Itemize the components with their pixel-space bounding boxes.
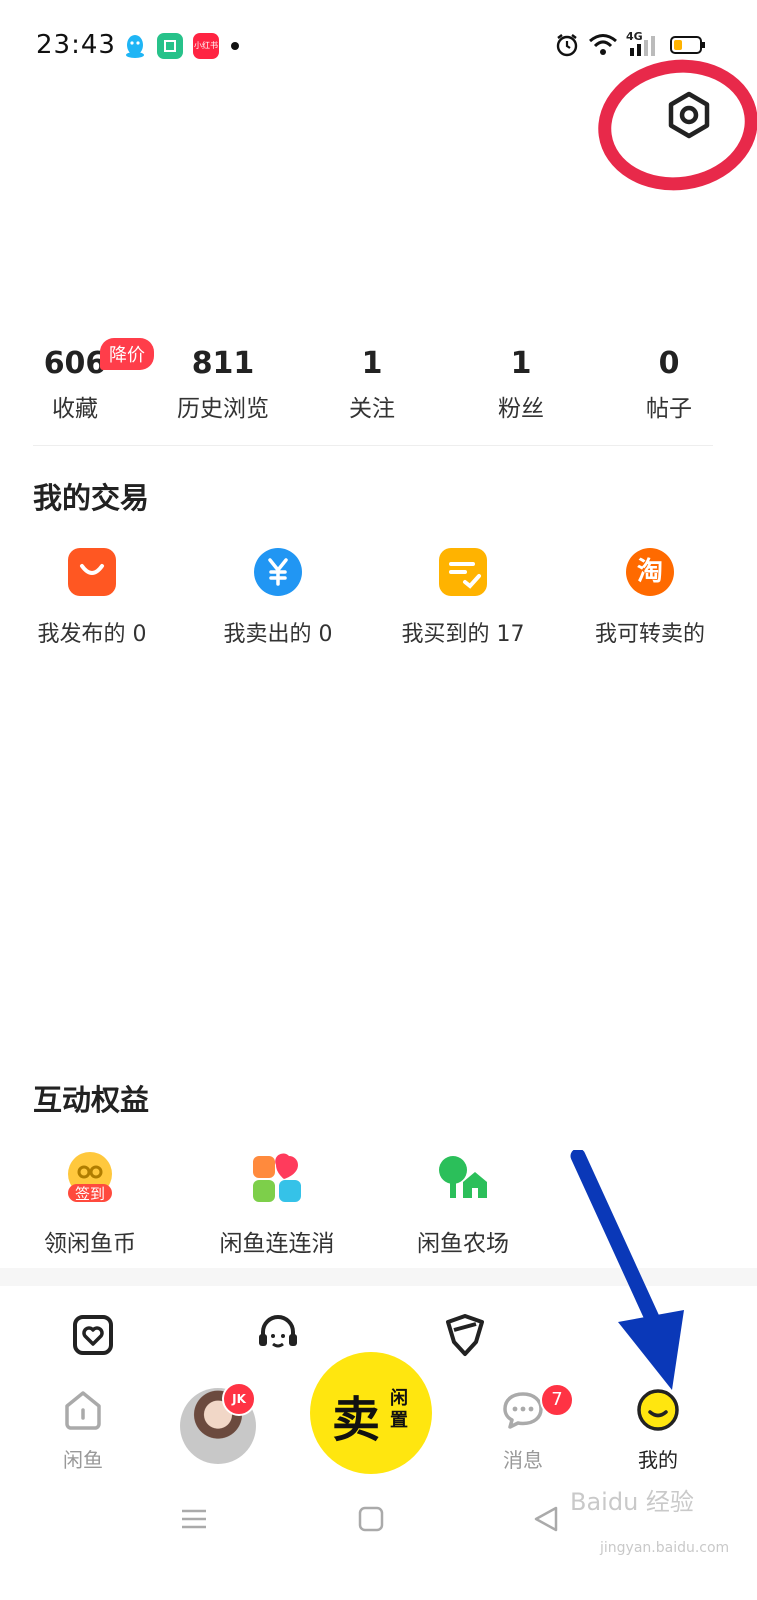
wifi-icon <box>588 32 618 62</box>
stat-value: 811 <box>191 346 255 381</box>
nav-label: 我的 <box>638 1448 678 1472</box>
battery-icon <box>670 32 706 62</box>
annotation-red-circle <box>589 49 757 201</box>
taobao-glyph: 淘 <box>636 557 663 587</box>
home-icon <box>65 1391 101 1430</box>
nav-label: 消息 <box>503 1448 543 1472</box>
stat-label: 收藏 <box>52 396 98 422</box>
watermark-url: jingyan.baidu.com <box>600 1540 730 1556</box>
stat-history[interactable]: 811 历史浏览 <box>148 346 298 423</box>
sell-idle-button[interactable]: 卖 闲置 <box>310 1352 432 1474</box>
benefit-match-game[interactable]: 闲鱼连连消 <box>187 1150 367 1258</box>
customer-service-icon[interactable] <box>255 1312 301 1358</box>
stat-value: 1 <box>510 346 532 381</box>
nav-home[interactable]: 闲鱼 <box>23 1388 143 1473</box>
avatar-badge: JK <box>222 1382 256 1416</box>
favorites-card-icon[interactable] <box>70 1312 116 1358</box>
trade-label: 我买到的 17 <box>401 622 525 647</box>
trade-bought[interactable]: 我买到的 17 <box>373 548 553 648</box>
benefit-label: 闲鱼农场 <box>417 1231 509 1257</box>
sell-sub-label: 闲置 <box>390 1388 408 1431</box>
trade-label: 我可转卖的 <box>594 622 705 647</box>
chat-bubble-icon <box>503 1392 543 1429</box>
stat-label: 帖子 <box>646 396 692 422</box>
safety-shield-icon[interactable] <box>442 1312 488 1358</box>
stat-fans[interactable]: 1 粉丝 <box>446 346 596 423</box>
shopping-bag-icon <box>68 548 116 596</box>
stat-posts[interactable]: 0 帖子 <box>594 346 744 423</box>
stat-value: 0 <box>658 346 680 381</box>
menu-icon[interactable] <box>180 1505 208 1537</box>
divider <box>33 445 713 446</box>
shop-notification-icon <box>157 33 183 59</box>
annotation-blue-arrow <box>570 1150 684 1390</box>
sell-main-label: 卖 <box>332 1392 381 1448</box>
xiaohongshu-notification-icon: 小红书 <box>193 33 219 59</box>
benefit-farm[interactable]: 闲鱼农场 <box>373 1150 553 1258</box>
benefit-label: 领闲鱼币 <box>44 1231 136 1257</box>
trade-label: 我发布的 0 <box>37 622 147 647</box>
farm-icon <box>435 1150 491 1206</box>
sign-in-tag: 签到 <box>74 1185 105 1203</box>
watermark: Baidu 经验 <box>570 1488 694 1516</box>
stat-following[interactable]: 1 关注 <box>297 346 447 423</box>
status-time: 23:43 <box>36 30 116 60</box>
trade-resellable[interactable]: 淘 我可转卖的 <box>560 548 740 648</box>
puzzle-icon <box>249 1150 305 1206</box>
stat-value: 1 <box>361 346 383 381</box>
nav-mine[interactable]: 我的 <box>598 1388 718 1473</box>
benefits-section-title: 互动权益 <box>33 1083 150 1117</box>
benefit-coins[interactable]: 签到 领闲鱼币 <box>0 1150 180 1258</box>
list-check-icon <box>439 548 487 596</box>
trade-published[interactable]: 我发布的 0 <box>2 548 182 648</box>
price-drop-badge: 降价 <box>100 338 154 370</box>
benefit-label: 闲鱼连连消 <box>219 1231 335 1257</box>
back-triangle-icon[interactable] <box>532 1505 560 1537</box>
stat-label: 粉丝 <box>498 396 544 422</box>
taobao-icon: 淘 <box>626 548 674 596</box>
more-notifications-dot <box>231 42 239 50</box>
alarm-icon <box>554 32 580 62</box>
nav-label: 闲鱼 <box>63 1448 103 1472</box>
trade-section-title: 我的交易 <box>33 481 150 515</box>
xiaohongshu-label: 小红书 <box>194 41 218 50</box>
sign-in-icon: 签到 <box>62 1150 118 1206</box>
trade-label: 我卖出的 0 <box>223 622 333 647</box>
stat-label: 历史浏览 <box>177 396 269 422</box>
stat-label: 关注 <box>349 396 395 422</box>
home-square-icon[interactable] <box>357 1505 385 1537</box>
qq-notification-icon <box>122 33 148 59</box>
trade-sold[interactable]: 我卖出的 0 <box>188 548 368 648</box>
yuan-icon <box>254 548 302 596</box>
